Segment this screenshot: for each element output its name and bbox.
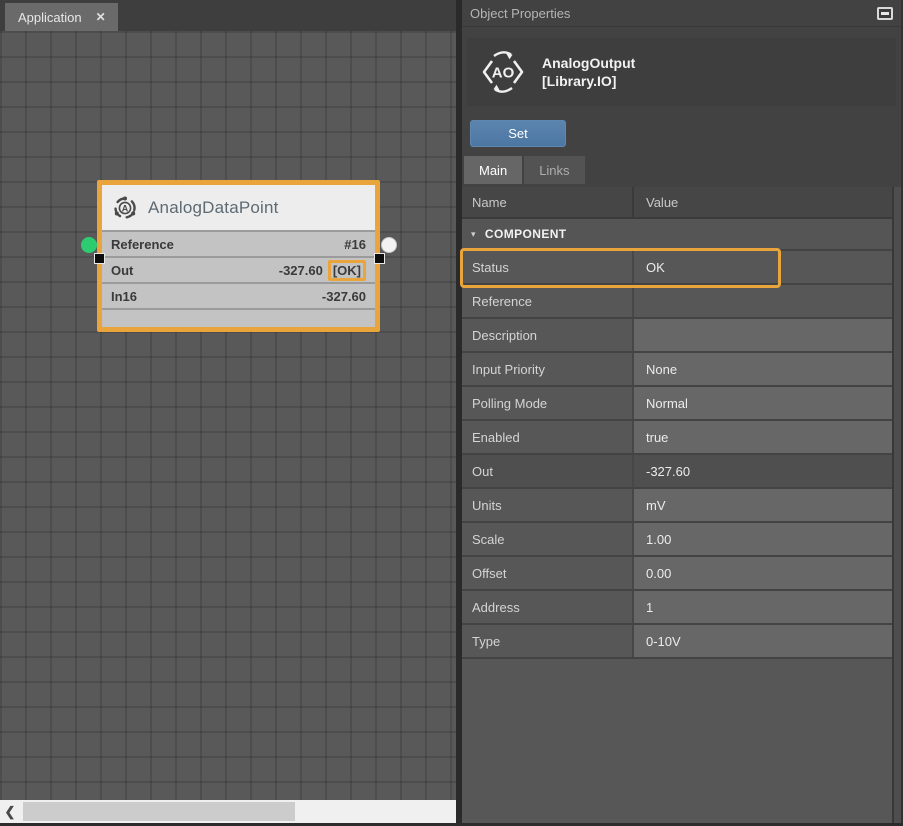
property-name: Description bbox=[462, 319, 634, 351]
column-header-value: Value bbox=[634, 187, 901, 217]
slot-name: Reference bbox=[111, 237, 174, 252]
property-value[interactable]: 1.00 bbox=[634, 523, 901, 555]
object-name: AnalogOutput bbox=[542, 54, 635, 72]
tab-links[interactable]: Links bbox=[524, 156, 584, 184]
block-slot-row[interactable]: Out -327.60 [OK] bbox=[102, 256, 375, 282]
property-row-scale[interactable]: Scale 1.00 bbox=[462, 523, 901, 557]
set-button[interactable]: Set bbox=[470, 120, 566, 147]
slot-value: -327.60 bbox=[322, 289, 366, 304]
property-name: Status bbox=[462, 251, 634, 283]
selection-handle-left[interactable] bbox=[94, 253, 105, 264]
application-window: Application ✕ A AnalogDataPoint bbox=[0, 0, 903, 826]
property-grid-header: Name Value bbox=[462, 187, 901, 219]
property-name: Offset bbox=[462, 557, 634, 589]
panel-title: Object Properties bbox=[470, 6, 570, 21]
property-grid: Name Value ▾ COMPONENT Status OK Referen… bbox=[462, 187, 901, 823]
section-component[interactable]: ▾ COMPONENT bbox=[462, 219, 901, 251]
analog-output-icon: AO bbox=[479, 48, 527, 96]
object-properties-panel: Object Properties AO AnalogOutput [Libra… bbox=[462, 0, 903, 823]
tab-label: Application bbox=[18, 10, 82, 25]
block-slot-row[interactable]: Reference #16 bbox=[102, 230, 375, 256]
column-header-name: Name bbox=[462, 187, 634, 217]
scroll-left-arrow-icon[interactable]: ❮ bbox=[0, 800, 20, 823]
panel-titlebar: Object Properties bbox=[462, 0, 901, 27]
property-row-type[interactable]: Type 0-10V bbox=[462, 625, 901, 659]
selection-handle-right[interactable] bbox=[374, 253, 385, 264]
property-value[interactable]: true bbox=[634, 421, 901, 453]
property-name: Out bbox=[462, 455, 634, 487]
tab-main[interactable]: Main bbox=[464, 156, 522, 184]
property-name: Input Priority bbox=[462, 353, 634, 385]
property-value[interactable]: None bbox=[634, 353, 901, 385]
wiresheet-canvas[interactable]: A AnalogDataPoint Reference #16 Out -327… bbox=[0, 31, 456, 800]
svg-text:AO: AO bbox=[492, 65, 515, 82]
output-port-dot[interactable] bbox=[381, 237, 397, 253]
property-row-address[interactable]: Address 1 bbox=[462, 591, 901, 625]
property-value[interactable]: 0.00 bbox=[634, 557, 901, 589]
object-library: [Library.IO] bbox=[542, 72, 635, 90]
block-empty-row bbox=[102, 308, 375, 327]
property-row-polling-mode[interactable]: Polling Mode Normal bbox=[462, 387, 901, 421]
panel-tabs: Main Links bbox=[464, 156, 901, 184]
property-value[interactable]: 1 bbox=[634, 591, 901, 623]
property-value[interactable]: 0-10V bbox=[634, 625, 901, 657]
selected-object-infobox: AO AnalogOutput [Library.IO] bbox=[467, 38, 896, 106]
property-name: Units bbox=[462, 489, 634, 521]
property-name: Address bbox=[462, 591, 634, 623]
block-slot-rows: Reference #16 Out -327.60 [OK] In16 -327… bbox=[102, 230, 375, 308]
block-header[interactable]: A AnalogDataPoint bbox=[102, 185, 375, 230]
property-row-offset[interactable]: Offset 0.00 bbox=[462, 557, 901, 591]
property-value[interactable]: mV bbox=[634, 489, 901, 521]
property-value[interactable]: OK bbox=[634, 251, 901, 283]
svg-text:A: A bbox=[122, 203, 129, 213]
property-rows: Status OK Reference Description Input Pr… bbox=[462, 251, 901, 659]
vertical-scrollbar-track[interactable] bbox=[892, 187, 901, 823]
property-row-description[interactable]: Description bbox=[462, 319, 901, 353]
slot-value: #16 bbox=[344, 237, 366, 252]
wiresheet-pane: Application ✕ A AnalogDataPoint bbox=[0, 0, 456, 823]
property-row-enabled[interactable]: Enabled true bbox=[462, 421, 901, 455]
property-value[interactable] bbox=[634, 285, 901, 317]
horizontal-scrollbar[interactable]: ❮ bbox=[0, 800, 456, 823]
property-row-units[interactable]: Units mV bbox=[462, 489, 901, 523]
property-name: Scale bbox=[462, 523, 634, 555]
property-value[interactable]: -327.60 bbox=[634, 455, 901, 487]
property-row-input-priority[interactable]: Input Priority None bbox=[462, 353, 901, 387]
block-slot-row[interactable]: In16 -327.60 bbox=[102, 282, 375, 308]
property-value[interactable] bbox=[634, 319, 901, 351]
dock-panel-icon[interactable] bbox=[877, 7, 893, 20]
property-name: Type bbox=[462, 625, 634, 657]
property-name: Polling Mode bbox=[462, 387, 634, 419]
slot-name: Out bbox=[111, 263, 133, 278]
slot-name: In16 bbox=[111, 289, 137, 304]
slot-value: -327.60 bbox=[279, 263, 323, 278]
input-port-dot[interactable] bbox=[81, 237, 97, 253]
block-title: AnalogDataPoint bbox=[148, 198, 279, 218]
property-row-reference[interactable]: Reference bbox=[462, 285, 901, 319]
property-value[interactable]: Normal bbox=[634, 387, 901, 419]
section-label: COMPONENT bbox=[485, 227, 567, 241]
analog-data-point-icon: A bbox=[112, 195, 138, 221]
property-name: Enabled bbox=[462, 421, 634, 453]
property-row-out[interactable]: Out -327.60 bbox=[462, 455, 901, 489]
property-name: Reference bbox=[462, 285, 634, 317]
tab-application[interactable]: Application ✕ bbox=[5, 3, 118, 31]
ok-status-annotation: [OK] bbox=[328, 260, 366, 281]
property-row-status[interactable]: Status OK bbox=[462, 251, 901, 285]
collapse-triangle-icon: ▾ bbox=[471, 229, 476, 240]
horizontal-scrollbar-thumb[interactable] bbox=[23, 802, 295, 821]
document-tab-bar: Application ✕ bbox=[0, 0, 456, 31]
tab-close-icon[interactable]: ✕ bbox=[96, 10, 106, 24]
analog-data-point-block[interactable]: A AnalogDataPoint Reference #16 Out -327… bbox=[97, 180, 380, 332]
